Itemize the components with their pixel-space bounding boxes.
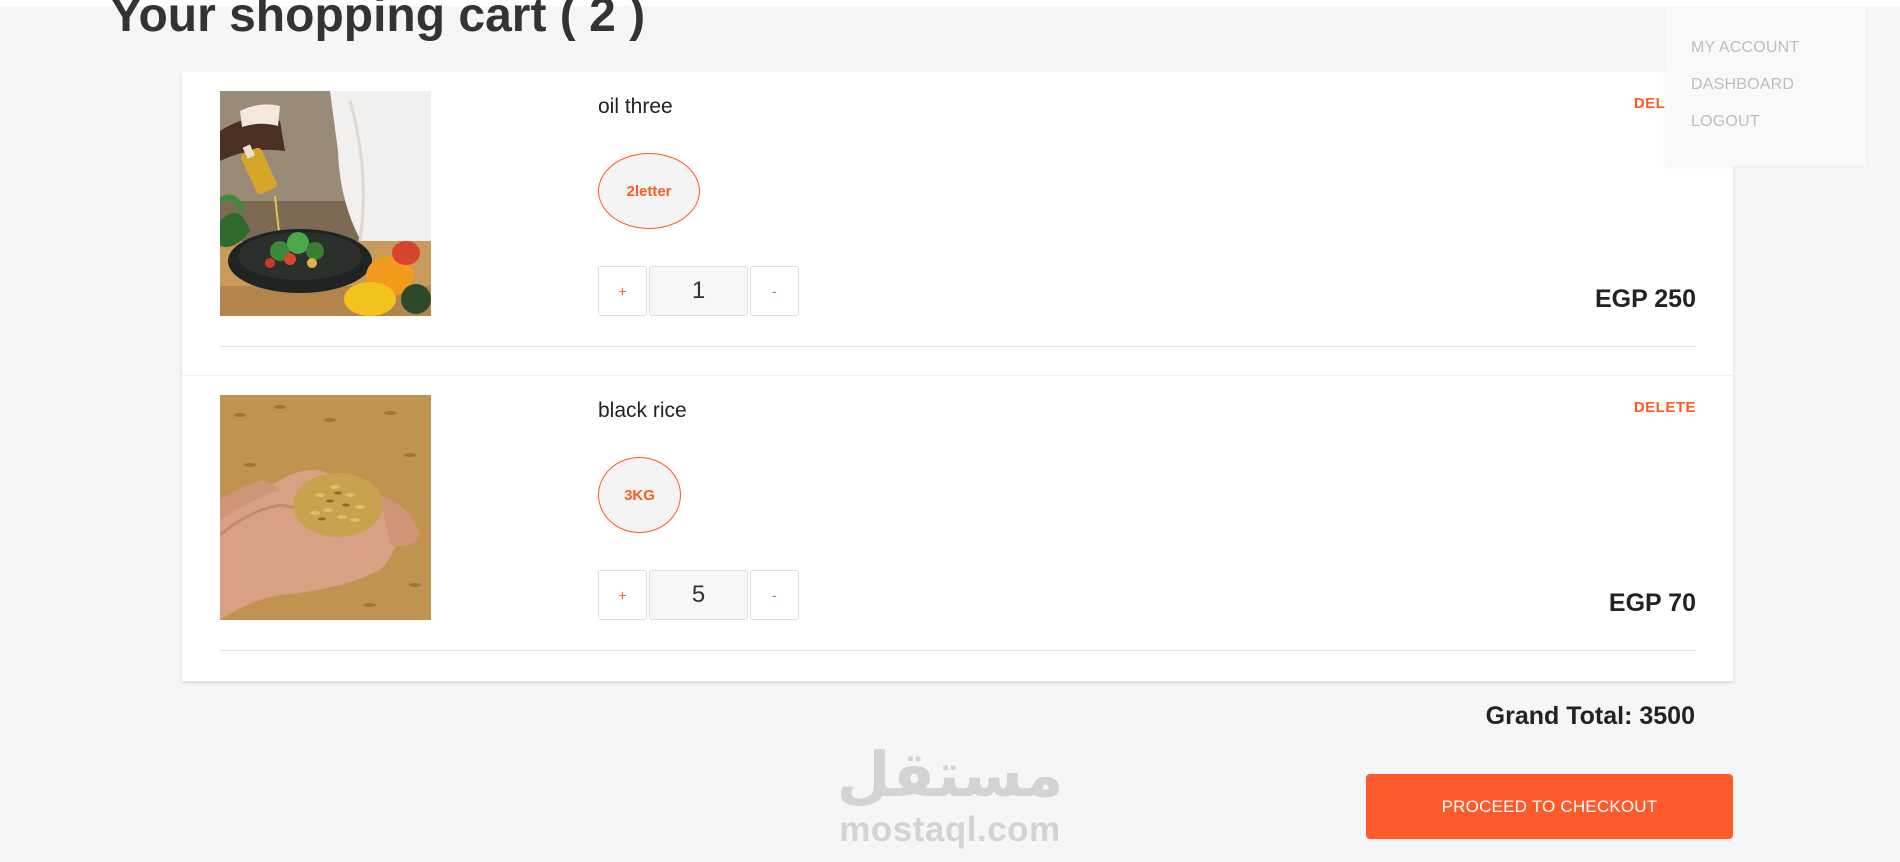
olive-oil-cooking-icon [220,91,431,316]
quantity-value[interactable]: 1 [649,266,748,316]
cart-item: oil three 2letter + 1 - DELETE EGP 250 [220,91,1696,347]
variant-badge[interactable]: 3KG [598,457,681,533]
quantity-stepper: + 1 - [598,266,799,316]
menu-item-my-account[interactable]: MY ACCOUNT [1691,38,1866,75]
item-price: EGP 70 [1608,589,1696,617]
product-image[interactable] [220,395,431,620]
menu-item-logout[interactable]: LOGOUT [1691,112,1866,149]
product-image[interactable] [220,91,431,316]
item-price: EGP 250 [1594,285,1696,313]
rice-grains-icon [220,395,431,620]
watermark-latin: mostaql.com [839,810,1061,849]
decrease-quantity-button[interactable]: - [750,570,799,620]
cart-page: Your shopping cart ( 2 ) oil three 2lett… [0,0,1900,862]
account-dropdown: MY ACCOUNT DASHBOARD LOGOUT [1666,8,1866,166]
decrease-quantity-button[interactable]: - [750,266,799,316]
quantity-stepper: + 5 - [598,570,799,620]
watermark-arabic: مستقل [836,741,1064,810]
delete-item-button[interactable]: DELETE [1634,399,1696,416]
page-title: Your shopping cart ( 2 ) [110,0,646,42]
grand-total: Grand Total: 3500 [1485,702,1695,730]
quantity-value[interactable]: 5 [649,570,748,620]
item-divider [182,375,1733,376]
mostaql-watermark-logo: مستقل mostaql.com [836,740,1064,848]
variant-badge[interactable]: 2letter [598,153,700,229]
proceed-to-checkout-button[interactable]: PROCEED TO CHECKOUT [1366,774,1733,839]
cart-item: black rice 3KG + 5 - DELETE EGP 70 [220,395,1696,651]
cart-panel: oil three 2letter + 1 - DELETE EGP 250 b… [182,72,1733,681]
item-name[interactable]: oil three [598,95,673,119]
increase-quantity-button[interactable]: + [598,266,647,316]
menu-item-dashboard[interactable]: DASHBOARD [1691,75,1866,112]
increase-quantity-button[interactable]: + [598,570,647,620]
item-name[interactable]: black rice [598,399,687,423]
